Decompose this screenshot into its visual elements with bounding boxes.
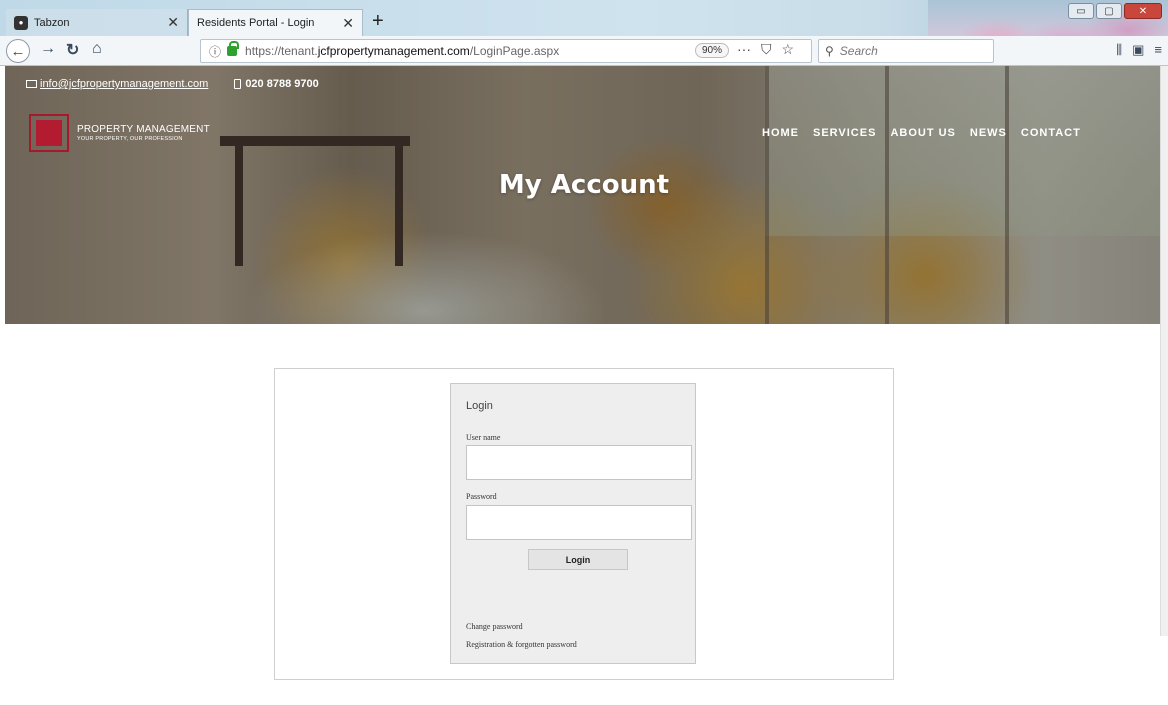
nav-services[interactable]: SERVICES bbox=[813, 127, 876, 139]
logo-tagline: YOUR PROPERTY, OUR PROFESSION bbox=[77, 136, 183, 142]
url-actions: ··· ⛉ ☆ bbox=[737, 41, 794, 58]
tab-tabzon[interactable]: ● Tabzon ✕ bbox=[6, 9, 188, 36]
back-arrow-icon[interactable]: ← bbox=[6, 39, 30, 63]
new-tab-plus-icon[interactable]: + bbox=[372, 10, 384, 33]
logo-name: PROPERTY MANAGEMENT bbox=[77, 124, 210, 135]
zoom-level[interactable]: 90% bbox=[695, 43, 730, 58]
toolbar-right: ⫼ ▣ ≡ bbox=[1116, 42, 1162, 58]
tab-title: Residents Portal - Login bbox=[197, 17, 315, 29]
reload-icon[interactable]: ↻ bbox=[66, 40, 79, 60]
password-label: Password bbox=[466, 492, 497, 501]
login-button[interactable]: Login bbox=[528, 549, 628, 570]
menu-icon[interactable]: ≡ bbox=[1154, 42, 1162, 58]
pocket-icon[interactable]: ⛉ bbox=[761, 41, 772, 58]
mail-icon bbox=[26, 80, 37, 88]
contact-phone: 020 8788 9700 bbox=[234, 78, 319, 90]
library-icon[interactable]: ⫼ bbox=[1116, 42, 1122, 58]
contact-phone-text: 020 8788 9700 bbox=[245, 78, 319, 90]
sidebar-icon[interactable]: ▣ bbox=[1132, 42, 1144, 58]
forward-arrow-icon[interactable]: → bbox=[40, 40, 56, 58]
change-password-link[interactable]: Change password bbox=[466, 622, 523, 631]
window-close-icon[interactable]: ✕ bbox=[1124, 3, 1162, 19]
tab-residents-portal[interactable]: Residents Portal - Login ✕ bbox=[188, 9, 363, 36]
url-path: /LoginPage.aspx bbox=[469, 44, 560, 58]
username-input[interactable] bbox=[466, 445, 692, 480]
nav-about-us[interactable]: ABOUT US bbox=[890, 127, 955, 139]
site-logo[interactable]: PROPERTY MANAGEMENT YOUR PROPERTY, OUR P… bbox=[29, 114, 210, 152]
login-title: Login bbox=[466, 400, 493, 412]
nav-news[interactable]: NEWS bbox=[970, 127, 1007, 139]
info-icon[interactable]: ⓘ bbox=[209, 43, 221, 60]
page-actions-icon[interactable]: ··· bbox=[737, 41, 751, 58]
close-icon[interactable]: ✕ bbox=[161, 14, 179, 31]
search-input[interactable]: ⚲ Search bbox=[818, 39, 994, 63]
password-input[interactable] bbox=[466, 505, 692, 540]
page-scrollbar[interactable] bbox=[1160, 66, 1168, 636]
contact-email-link[interactable]: info@jcfpropertymanagement.com bbox=[26, 78, 208, 90]
search-placeholder: Search bbox=[839, 44, 878, 58]
phone-icon bbox=[234, 79, 242, 89]
contact-bar: info@jcfpropertymanagement.com 020 8788 … bbox=[26, 78, 319, 90]
url-prefix: https://tenant. bbox=[245, 44, 318, 58]
registration-link[interactable]: Registration & forgotten password bbox=[466, 640, 577, 649]
tabzon-favicon-icon: ● bbox=[14, 15, 28, 30]
maximize-icon[interactable]: ▢ bbox=[1096, 3, 1122, 19]
lock-icon[interactable] bbox=[227, 41, 240, 56]
close-icon[interactable]: ✕ bbox=[336, 15, 354, 32]
browser-tab-strip: ● Tabzon ✕ Residents Portal - Login ✕ + … bbox=[0, 0, 1168, 70]
address-bar[interactable]: ⓘ https://tenant. jcfpropertymanagement.c… bbox=[200, 39, 812, 63]
home-icon[interactable]: ⌂ bbox=[92, 40, 102, 58]
page-title: My Account bbox=[498, 170, 670, 200]
tab-title: Tabzon bbox=[34, 16, 70, 29]
nav-home[interactable]: HOME bbox=[762, 127, 799, 139]
contact-email-text: info@jcfpropertymanagement.com bbox=[40, 78, 209, 90]
login-form: Login User name Password Login Change pa… bbox=[450, 383, 696, 664]
minimize-icon[interactable]: ▭ bbox=[1068, 3, 1094, 19]
url-domain: jcfpropertymanagement.com bbox=[317, 44, 470, 58]
nav-contact[interactable]: CONTACT bbox=[1021, 127, 1081, 139]
search-icon: ⚲ bbox=[825, 44, 834, 58]
logo-mark-icon bbox=[29, 114, 69, 152]
window-controls: ▭ ▢ ✕ bbox=[1068, 3, 1162, 19]
bookmark-star-icon[interactable]: ☆ bbox=[782, 41, 795, 58]
main-nav: HOME SERVICES ABOUT US NEWS CONTACT bbox=[762, 127, 1081, 139]
username-label: User name bbox=[466, 433, 501, 442]
browser-toolbar: ← → ↻ ⌂ ⓘ https://tenant. jcfpropertymana… bbox=[0, 36, 1168, 66]
